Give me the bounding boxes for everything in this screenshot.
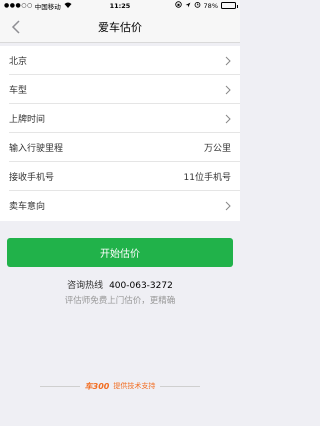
car-model-label: 车型 [9,86,28,96]
status-time: 11:25 [109,1,131,10]
navigation-bar: 爱车估价 [0,11,240,43]
tip-text: 评估师免费上门估价，更精确 [64,296,176,306]
footer: 车300 提供技术支持 [0,379,240,393]
hotline-label: 咨询热线 [67,281,104,291]
chevron-right-icon [224,113,231,124]
valuation-form: 北京 车型 上牌时间 输入行驶里程 万公里 接收手机号 11位手机号 卖车意向 [0,46,240,221]
phone-input[interactable]: 接收手机号 11位手机号 [0,162,240,191]
mileage-label: 输入行驶里程 [9,144,64,154]
footer-divider-right [160,385,201,387]
hotline-number[interactable]: 400-063-3272 [109,281,173,291]
battery-icon [221,2,238,9]
chevron-right-icon [224,200,231,211]
registration-date-label: 上牌时间 [9,115,46,125]
start-valuation-button[interactable]: 开始估价 [7,238,233,267]
page-title: 爱车估价 [98,20,142,34]
mileage-input[interactable]: 输入行驶里程 万公里 [0,133,240,162]
che300-logo: 车300 [84,381,110,391]
city-label: 北京 [9,57,28,67]
chevron-left-icon [11,20,20,34]
registration-date-selector[interactable]: 上牌时间 [0,104,240,133]
back-button[interactable] [6,16,24,38]
phone-placeholder: 11位手机号 [183,173,231,183]
city-selector[interactable]: 北京 [0,46,240,75]
footer-divider-left [39,385,80,387]
sale-intention-selector[interactable]: 卖车意向 [0,191,240,220]
footer-text: 提供技术支持 [113,382,156,390]
chevron-right-icon [224,55,231,66]
hotline: 咨询热线 400-063-3272 [0,278,240,291]
chevron-right-icon [224,84,231,95]
car-model-selector[interactable]: 车型 [0,75,240,104]
phone-label: 接收手机号 [9,173,55,183]
footer-content: 车300 提供技术支持 [85,381,156,392]
sale-intention-label: 卖车意向 [9,202,46,212]
status-bar: ●●●○○ 中国移动 11:25 78% [0,0,240,11]
mileage-unit: 万公里 [203,144,231,154]
